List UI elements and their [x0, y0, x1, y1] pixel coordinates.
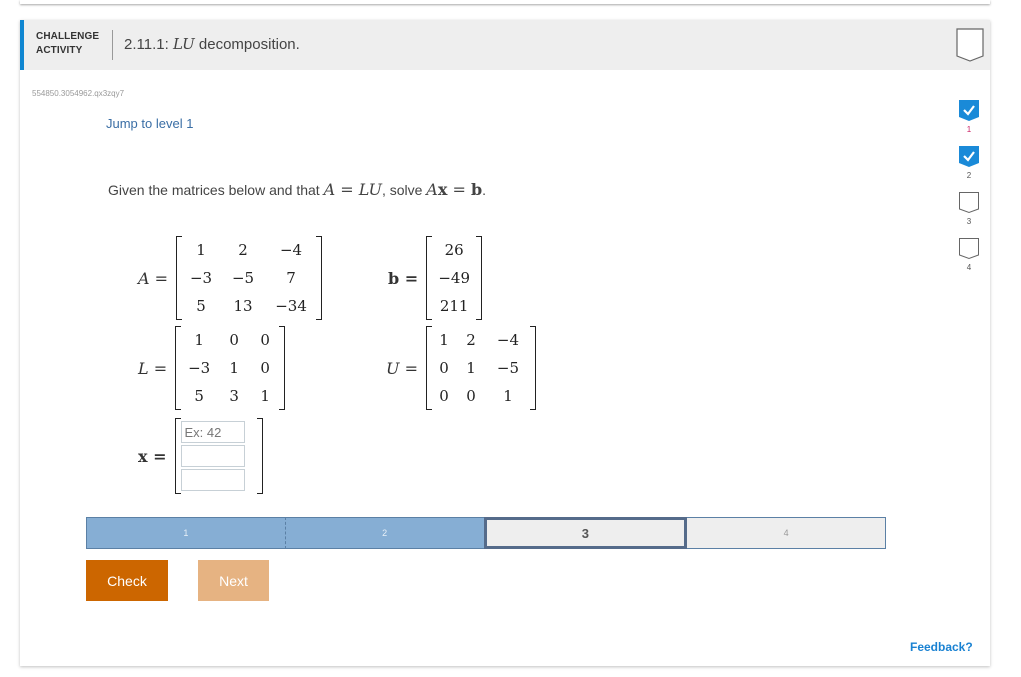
progress-number: 1	[966, 125, 972, 134]
jump-to-level-link[interactable]: Jump to level 1	[106, 116, 193, 131]
prompt-math: x	[437, 180, 448, 199]
vector-b-body: 26 −49 211	[426, 236, 483, 320]
prompt-math: A = LU	[323, 180, 382, 199]
prompt-math: =	[447, 180, 471, 199]
matrix-cell: 211	[439, 297, 469, 315]
matrix-u: U = 1 2 −4 0 1 −5 0 0 1	[386, 326, 536, 410]
progress-number: 2	[966, 171, 972, 180]
level-2-segment[interactable]: 2	[285, 517, 484, 549]
matrix-cell: 5	[196, 297, 206, 315]
label-line-2: ACTIVITY	[36, 45, 83, 56]
matrix-cell: 1	[229, 359, 239, 377]
matrix-cell: 0	[439, 387, 449, 405]
matrix-cell: −3	[189, 269, 213, 287]
matrix-label: A =	[138, 268, 169, 288]
level-progress: 1 2 3 4	[958, 100, 980, 284]
vector-b: b = 26 −49 211	[388, 236, 483, 320]
matrix-cell: 0	[229, 331, 239, 349]
matrix-label: b =	[388, 268, 419, 288]
matrix-label: x =	[138, 446, 167, 466]
completion-badge-icon	[956, 28, 984, 62]
matrix-cell: −5	[231, 269, 255, 287]
matrix-a: A = 1 2 −4 −3 −5 7 5 13 −34	[138, 236, 323, 320]
progress-item-2: 2	[958, 146, 980, 192]
matrix-cell: 1	[466, 359, 476, 377]
matrix-u-body: 1 2 −4 0 1 −5 0 0 1	[425, 326, 536, 410]
matrix-cell: 0	[466, 387, 476, 405]
vector-x-body	[174, 418, 263, 494]
matrix-cell: −34	[275, 297, 307, 315]
matrix-cell: −49	[438, 269, 470, 287]
matrix-cell: 1	[439, 331, 449, 349]
matrix-cell: 26	[444, 241, 464, 259]
level-3-segment[interactable]: 3	[483, 517, 688, 549]
matrix-l: L = 1 0 0 −3 1 0 5 3 1	[138, 326, 286, 410]
matrix-cell: 0	[260, 331, 270, 349]
matrix-cell: −5	[496, 359, 520, 377]
next-button[interactable]: Next	[198, 560, 269, 601]
activity-type-label: CHALLENGE ACTIVITY	[36, 30, 99, 58]
activity-header: CHALLENGE ACTIVITY 2.11.1: LU decomposit…	[20, 20, 990, 70]
matrix-label: L =	[138, 358, 168, 378]
progress-item-3: 3	[958, 192, 980, 238]
matrix-cell: 13	[233, 297, 253, 315]
matrix-cell: 5	[194, 387, 204, 405]
prompt-text: , solve	[381, 182, 423, 198]
progress-number: 3	[966, 217, 972, 226]
check-button[interactable]: Check	[86, 560, 168, 601]
prompt-text: Given the matrices below and that	[108, 182, 320, 198]
problem-prompt: Given the matrices below and that A = LU…	[108, 180, 486, 199]
title-number: 2.11.1:	[124, 36, 169, 53]
empty-badge-icon	[959, 238, 979, 260]
vector-x: x =	[138, 418, 263, 494]
progress-number: 4	[966, 263, 972, 272]
level-1-segment[interactable]: 1	[86, 517, 286, 549]
progress-item-4: 4	[958, 238, 980, 284]
matrix-cell: 1	[194, 331, 204, 349]
matrix-label: U =	[386, 358, 418, 378]
matrix-cell: −3	[188, 359, 211, 377]
matrix-a-body: 1 2 −4 −3 −5 7 5 13 −34	[176, 236, 323, 320]
challenge-activity-card: CHALLENGE ACTIVITY 2.11.1: LU decomposit…	[20, 20, 990, 666]
matrix-cell: 1	[260, 387, 270, 405]
prompt-text: .	[482, 182, 487, 198]
label-line-1: CHALLENGE	[36, 31, 100, 42]
activity-id: 554850.3054962.qx3zqy7	[32, 89, 125, 98]
matrix-cell: −4	[496, 331, 520, 349]
level-4-segment[interactable]: 4	[687, 517, 886, 549]
title-math: LU	[172, 35, 195, 53]
matrix-cell: 2	[466, 331, 476, 349]
progress-item-1: 1	[958, 100, 980, 146]
matrix-cell: 0	[439, 359, 449, 377]
matrix-cell: −4	[279, 241, 303, 259]
matrix-cell: 1	[196, 241, 206, 259]
empty-badge-icon	[959, 192, 979, 214]
x1-input[interactable]	[180, 421, 245, 443]
matrix-cell: 2	[238, 241, 248, 259]
matrix-cell: 1	[503, 387, 513, 405]
matrix-l-body: 1 0 0 −3 1 0 5 3 1	[175, 326, 286, 410]
matrix-cell: 7	[286, 269, 296, 287]
matrix-cell: 0	[260, 359, 270, 377]
checkmark-badge-icon	[959, 100, 979, 121]
title-text: decomposition.	[198, 36, 300, 53]
prompt-math: A	[426, 180, 438, 199]
level-bar: 1 2 3 4	[86, 517, 886, 549]
matrix-cell: 3	[229, 387, 239, 405]
feedback-link[interactable]: Feedback?	[910, 640, 973, 654]
prompt-math: b	[470, 180, 483, 199]
checkmark-badge-icon	[959, 146, 979, 167]
x2-input[interactable]	[180, 445, 245, 467]
header-divider	[112, 30, 113, 60]
x3-input[interactable]	[180, 469, 245, 491]
previous-section-edge	[20, 0, 990, 4]
activity-title: 2.11.1: LU decomposition.	[124, 35, 300, 53]
